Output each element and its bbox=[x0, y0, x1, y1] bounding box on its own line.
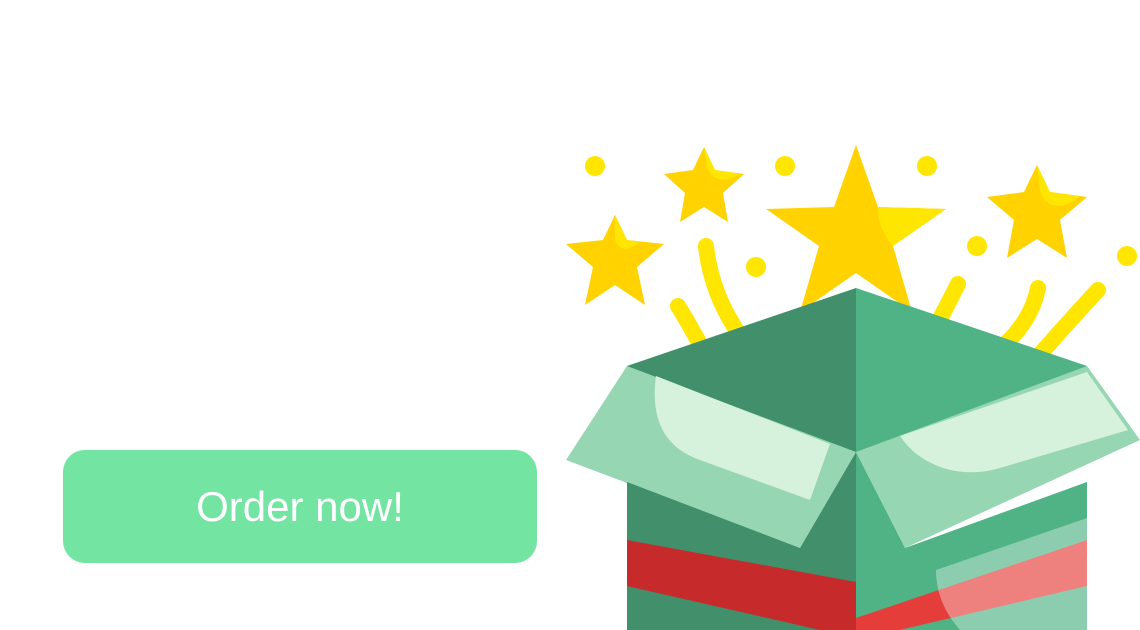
star-upper-left-icon bbox=[664, 147, 744, 222]
stars bbox=[566, 145, 1087, 312]
star-left-icon bbox=[566, 215, 664, 305]
promo-banner: Order now! bbox=[0, 0, 1140, 630]
star-right-icon bbox=[987, 165, 1087, 258]
gift-box-stars-icon bbox=[566, 145, 1140, 630]
